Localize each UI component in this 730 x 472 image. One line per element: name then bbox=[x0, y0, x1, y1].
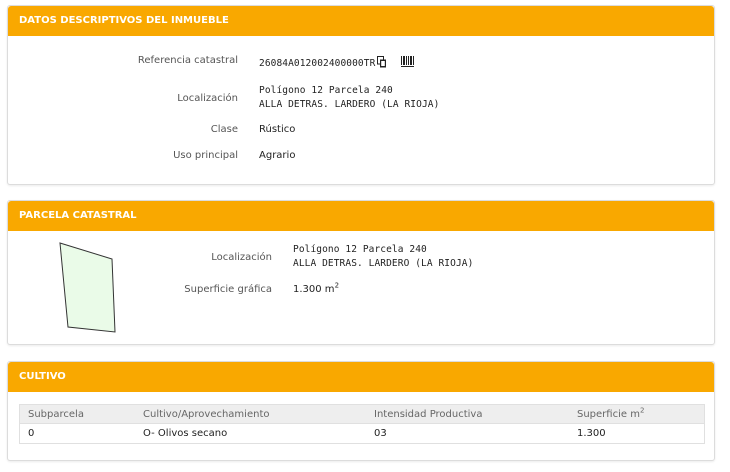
uso-principal-value: Agrario bbox=[259, 150, 296, 161]
parcela-localizacion-label: Localización bbox=[211, 252, 272, 263]
cultivo-table-header-row: Subparcela Cultivo/Aprovechamiento Inten… bbox=[19, 404, 705, 424]
col-intensidad: Intensidad Productiva bbox=[374, 408, 483, 420]
superficie-grafica-label: Superficie gráfica bbox=[184, 284, 272, 295]
cell-intensidad: 03 bbox=[374, 428, 387, 439]
clase-label: Clase bbox=[210, 124, 238, 135]
col-superficie-label: Superficie m bbox=[577, 408, 640, 420]
cell-superficie: 1.300 bbox=[577, 428, 606, 439]
parcela-polygon bbox=[59, 242, 116, 333]
parcela-shape-map bbox=[59, 242, 116, 333]
clase-value: Rústico bbox=[259, 124, 296, 135]
localizacion-line1: Polígono 12 Parcela 240 bbox=[259, 85, 393, 96]
table-row: 0 O- Olivos secano 03 1.300 bbox=[19, 423, 705, 444]
col-superficie: Superficie m2 bbox=[569, 405, 705, 424]
copy-icon[interactable] bbox=[377, 56, 387, 68]
barcode-icon[interactable] bbox=[401, 56, 415, 67]
superficie-grafica-exp: 2 bbox=[334, 281, 340, 290]
referencia-catastral-label: Referencia catastral bbox=[137, 55, 238, 66]
localizacion-line2: ALLA DETRAS. LARDERO (LA RIOJA) bbox=[259, 99, 440, 110]
cultivo-header: CULTIVO bbox=[8, 362, 714, 392]
superficie-grafica-value: 1.300 m2 bbox=[293, 281, 340, 295]
parcela-localizacion-line2: ALLA DETRAS. LARDERO (LA RIOJA) bbox=[293, 258, 474, 269]
cultivo-panel: CULTIVO Subparcela Cultivo/Aprovechamien… bbox=[7, 361, 715, 461]
datos-descriptivos-header: DATOS DESCRIPTIVOS DEL INMUEBLE bbox=[8, 6, 714, 36]
col-subparcela: Subparcela bbox=[28, 408, 84, 420]
cell-subparcela: 0 bbox=[28, 428, 35, 439]
datos-descriptivos-panel: DATOS DESCRIPTIVOS DEL INMUEBLE Referenc… bbox=[7, 5, 715, 185]
superficie-grafica-number: 1.300 m bbox=[293, 284, 335, 295]
referencia-catastral-value: 26084A012002400000TR bbox=[259, 58, 376, 69]
uso-principal-label: Uso principal bbox=[173, 150, 238, 161]
col-superficie-exp: 2 bbox=[639, 406, 645, 415]
parcela-localizacion-line1: Polígono 12 Parcela 240 bbox=[293, 244, 427, 255]
col-cultivo: Cultivo/Aprovechamiento bbox=[143, 408, 270, 420]
cell-cultivo: O- Olivos secano bbox=[143, 428, 228, 439]
parcela-catastral-header: PARCELA CATASTRAL bbox=[8, 201, 714, 231]
parcela-catastral-panel: PARCELA CATASTRAL Localización Polígono … bbox=[7, 200, 715, 345]
localizacion-label: Localización bbox=[177, 93, 238, 104]
cultivo-table: Subparcela Cultivo/Aprovechamiento Inten… bbox=[19, 404, 705, 444]
